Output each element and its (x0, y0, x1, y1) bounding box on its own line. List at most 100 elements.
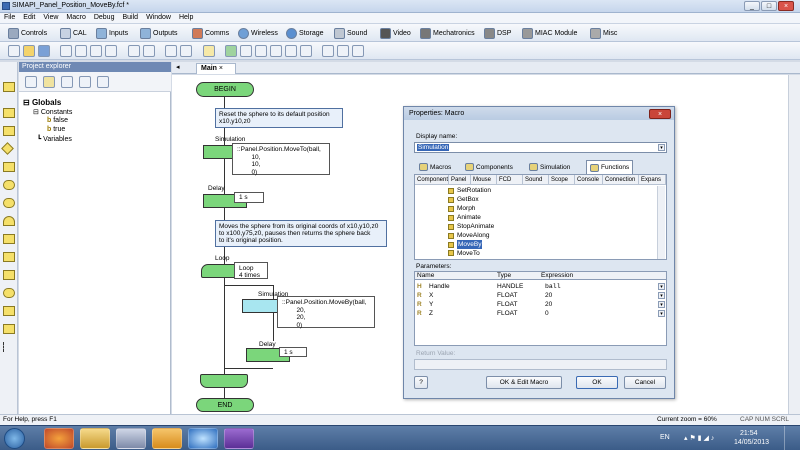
calculation-icon[interactable] (3, 306, 15, 316)
tree-variables[interactable]: ┗ Variables (37, 135, 72, 143)
col-mouse[interactable]: Mouse (471, 175, 497, 185)
display-name-combo[interactable]: Simulation ▾ (414, 142, 667, 153)
flowcode-icon[interactable] (116, 428, 146, 449)
compile-icon[interactable] (165, 45, 177, 57)
step-out-icon[interactable] (300, 45, 312, 57)
tray-icons[interactable]: ▴ ⚑ ▮ ◢ ♪ (684, 434, 714, 442)
col-panel[interactable]: Panel (449, 175, 471, 185)
ok-button[interactable]: OK (576, 376, 618, 389)
video-button[interactable]: Video (380, 26, 411, 40)
help-button[interactable]: ? (414, 376, 428, 389)
param-row-handle[interactable]: H Handle HANDLE ball ▾ (415, 282, 666, 291)
macro-out-icon[interactable] (337, 45, 349, 57)
tree-constant-true[interactable]: b true (47, 126, 65, 133)
switch-icon[interactable] (3, 162, 15, 172)
sim-icon[interactable] (3, 270, 15, 280)
tab-functions[interactable]: Functions (586, 160, 634, 174)
menu-help[interactable]: Help (175, 13, 197, 21)
step-over-icon[interactable] (285, 45, 297, 57)
redo-icon[interactable] (143, 45, 155, 57)
save-icon[interactable] (38, 45, 50, 57)
chevron-down-icon[interactable]: ▾ (658, 283, 665, 290)
app-icon-purple[interactable] (224, 428, 254, 449)
clock-time[interactable]: 21:54 (740, 430, 758, 437)
firefox-icon[interactable] (44, 428, 74, 449)
menu-macro[interactable]: Macro (62, 13, 89, 21)
globals-view-icon[interactable] (25, 76, 37, 88)
output-icon[interactable] (3, 108, 15, 118)
col-scope[interactable]: Scope (549, 175, 575, 185)
macros-view-icon[interactable] (61, 76, 73, 88)
col-component[interactable]: Component (415, 175, 449, 185)
components-view-icon[interactable] (97, 76, 109, 88)
col-connection[interactable]: Connection (603, 175, 639, 185)
comms-button[interactable]: Comms (192, 26, 229, 40)
paste-icon[interactable] (90, 45, 102, 57)
tree-constants[interactable]: ⊟ Constants (33, 108, 72, 116)
begin-terminal[interactable]: BEGIN (196, 82, 254, 97)
mechatronics-button[interactable]: Mechatronics (420, 26, 475, 40)
file-explorer-icon[interactable] (80, 428, 110, 449)
fn-animate[interactable]: Animate (448, 213, 481, 222)
param-row-z[interactable]: R Z FLOAT 0 ▾ (415, 309, 666, 318)
goto-icon[interactable] (3, 198, 15, 208)
inputs-button[interactable]: Inputs (96, 26, 128, 40)
col-expansion[interactable]: Expans (639, 175, 666, 185)
open-folder-icon[interactable] (23, 45, 35, 57)
comment-move[interactable]: Moves the sphere from its original coord… (215, 220, 387, 247)
param-row-x[interactable]: R X FLOAT 20 ▾ (415, 291, 666, 300)
tab-simulation[interactable]: Simulation (526, 160, 573, 174)
tab-scroll-left-icon[interactable]: ◂ (176, 63, 180, 71)
dsp-button[interactable]: DSP (484, 26, 511, 40)
chevron-down-icon[interactable]: ▾ (658, 301, 665, 308)
outputs-button[interactable]: Outputs (140, 26, 178, 40)
chip-icon[interactable] (180, 45, 192, 57)
tab-main[interactable]: Main × (196, 63, 236, 74)
wireless-button[interactable]: Wireless (238, 26, 278, 40)
language-indicator[interactable]: EN (660, 434, 670, 441)
menu-view[interactable]: View (39, 13, 62, 21)
tree-root-globals[interactable]: ⊟ Globals (23, 98, 61, 107)
step-into-icon[interactable] (270, 45, 282, 57)
function-list[interactable]: Component Panel Mouse FCD Sound Scope Co… (414, 174, 667, 260)
vertical-scrollbar[interactable] (788, 75, 800, 414)
fn-moveto[interactable]: MoveTo (448, 249, 480, 257)
undo-icon[interactable] (128, 45, 140, 57)
code-icon[interactable] (3, 324, 15, 334)
connection-point-icon[interactable] (3, 180, 15, 190)
variables-view-icon[interactable] (43, 76, 55, 88)
misc-button[interactable]: Misc (590, 26, 617, 40)
start-button[interactable] (4, 428, 25, 449)
col-fcd[interactable]: FCD (497, 175, 523, 185)
show-desktop-button[interactable] (784, 426, 799, 450)
pause-icon[interactable] (240, 45, 252, 57)
tree-constant-false[interactable]: b false (47, 117, 68, 124)
menu-file[interactable]: File (0, 13, 19, 21)
menu-window[interactable]: Window (142, 13, 175, 21)
input-icon[interactable] (3, 82, 15, 92)
fn-setrotation[interactable]: SetRotation (448, 186, 491, 195)
tab-macros[interactable]: Macros (416, 160, 454, 174)
ok-edit-macro-button[interactable]: OK & Edit Macro (486, 376, 562, 389)
cut-icon[interactable] (60, 45, 72, 57)
menu-build[interactable]: Build (118, 13, 142, 21)
delete-icon[interactable] (105, 45, 117, 57)
internet-explorer-icon[interactable] (188, 428, 218, 449)
copy-icon[interactable] (75, 45, 87, 57)
component-macro-icon[interactable] (3, 252, 15, 262)
exit-macro-icon[interactable] (352, 45, 364, 57)
menu-debug[interactable]: Debug (90, 13, 119, 21)
comment-reset[interactable]: Reset the sphere to its default position… (215, 108, 343, 128)
loop-end[interactable] (200, 374, 248, 388)
decision-icon[interactable] (1, 142, 14, 155)
macro-in-icon[interactable] (322, 45, 334, 57)
macro-icon[interactable] (3, 234, 15, 244)
fn-getbox[interactable]: GetBox (448, 195, 479, 204)
chevron-down-icon[interactable]: ▾ (658, 144, 665, 151)
maximize-button[interactable]: □ (761, 1, 777, 11)
loop-icon[interactable] (3, 216, 15, 226)
stop-icon[interactable] (255, 45, 267, 57)
help-icon[interactable] (203, 45, 215, 57)
dialog-close-button[interactable]: × (649, 109, 671, 119)
col-console[interactable]: Console (575, 175, 603, 185)
